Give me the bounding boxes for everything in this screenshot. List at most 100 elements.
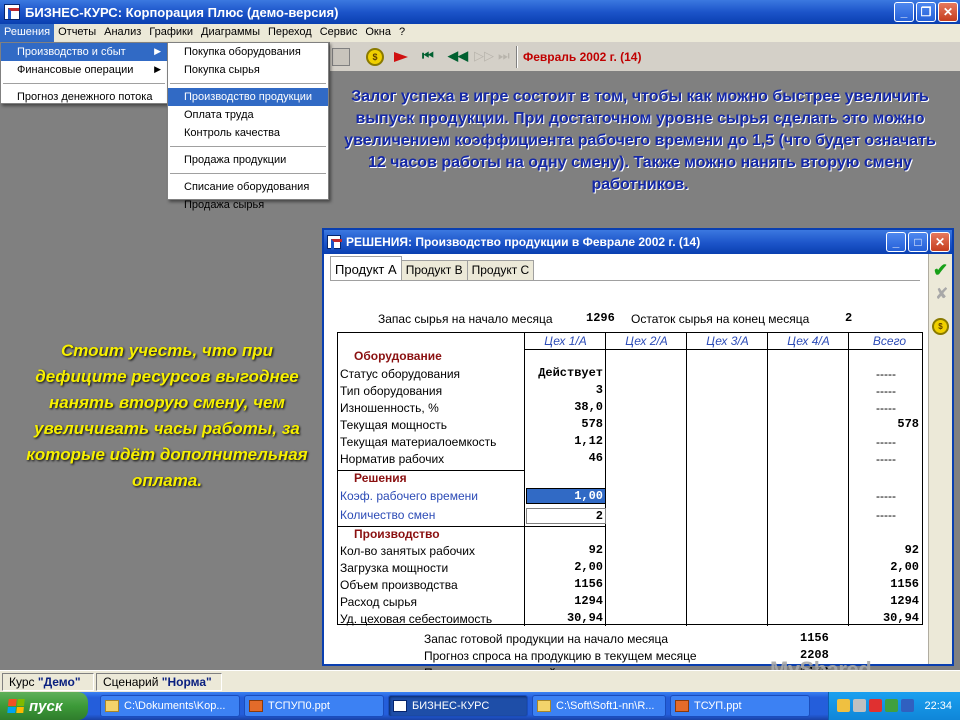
tray-antivirus-icon[interactable]	[869, 699, 882, 712]
section-equipment: Оборудование	[354, 349, 442, 363]
row-label: Объем производства	[340, 578, 458, 592]
menu-windows[interactable]: Окна	[361, 24, 395, 42]
menu-item-quality-control[interactable]: Контроль качества	[168, 124, 328, 142]
work-time-coef-label: Коэф. рабочего времени	[340, 489, 478, 503]
restore-button[interactable]: ❐	[916, 2, 936, 22]
folder-icon	[105, 700, 119, 712]
powerpoint-icon	[249, 700, 263, 712]
tab-product-a[interactable]: Продукт A	[330, 256, 402, 280]
last-period-icon[interactable]: ⏭	[498, 48, 516, 66]
task-business-course[interactable]: БИЗНЕС-КУРС	[388, 695, 528, 717]
coin-icon[interactable]: $	[932, 318, 949, 335]
menu-item-financial-operations[interactable]: Финансовые операции ▶	[1, 61, 167, 79]
next-period-icon[interactable]: ▷▷	[474, 48, 494, 66]
tray-pen-icon[interactable]	[837, 699, 850, 712]
cell-value: 1294	[574, 594, 603, 608]
menu-item-buy-raw-materials[interactable]: Покупка сырья	[168, 61, 328, 79]
row-label: Кол-во занятых рабочих	[340, 544, 475, 558]
menu-separator	[170, 146, 326, 147]
decisions-menu: Производство и сбыт ▶ Финансовые операции…	[0, 42, 168, 104]
tray-language-icon[interactable]	[901, 699, 914, 712]
task-folder-soft[interactable]: C:\Soft\Soft1-nn\R...	[532, 695, 666, 717]
menu-item-production[interactable]: Производство продукции	[168, 88, 328, 106]
cell-total: -----	[876, 452, 896, 466]
column-header-shop1: Цех 1/A	[544, 334, 587, 348]
current-period-label: Февраль 2002 г. (14)	[523, 50, 642, 64]
tray-clip-icon[interactable]	[853, 699, 866, 712]
column-header-shop4: Цех 4/A	[787, 334, 830, 348]
task-ppt-tsup[interactable]: ТСУП.ppt	[670, 695, 810, 717]
table-col-divider	[767, 333, 768, 626]
first-period-icon[interactable]: ⏮	[422, 48, 440, 66]
menu-item-buy-equipment[interactable]: Покупка оборудования	[168, 43, 328, 61]
task-ppt-tspup0[interactable]: ТСПУП0.ppt	[244, 695, 384, 717]
menu-charts[interactable]: Графики	[145, 24, 197, 42]
cell-value: 2,00	[574, 560, 603, 574]
cell-value: Действует	[538, 366, 603, 380]
dialog-titlebar[interactable]: РЕШЕНИЯ: Производство продукции в Феврал…	[324, 230, 952, 254]
cell-total: -----	[876, 384, 896, 398]
cell-total: 2,00	[890, 560, 919, 574]
cell-value: 1156	[574, 577, 603, 591]
dialog-maximize-button[interactable]: □	[908, 232, 928, 252]
menu-item-sales[interactable]: Продажа продукции	[168, 151, 328, 169]
toolbar-separator	[516, 46, 518, 68]
section-production: Производство	[354, 527, 440, 541]
cell-total: -----	[876, 367, 896, 381]
menu-separator	[3, 83, 165, 84]
system-tray: 22:34	[828, 692, 960, 720]
close-button[interactable]: ✕	[938, 2, 958, 22]
cancel-x-icon[interactable]: ✘	[935, 284, 948, 304]
next-step-arrow-icon[interactable]	[394, 52, 408, 62]
menu-service[interactable]: Сервис	[316, 24, 362, 42]
toolbar-print-icon[interactable]	[332, 48, 350, 66]
menu-item-sell-raw-materials[interactable]: Продажа сырья	[168, 196, 328, 214]
minimize-button[interactable]: _	[894, 2, 914, 22]
menu-separator	[170, 83, 326, 84]
menu-item-write-off-equipment[interactable]: Списание оборудования	[168, 178, 328, 196]
start-button[interactable]: пуск	[0, 692, 88, 720]
submenu-arrow-icon: ▶	[154, 64, 161, 74]
tab-product-b[interactable]: Продукт B	[400, 260, 468, 280]
scenario-status: Сценарий "Норма"	[96, 673, 222, 691]
table-row-divider	[525, 526, 606, 527]
row-label: Текущая материалоемкость	[340, 435, 497, 449]
production-dialog: РЕШЕНИЯ: Производство продукции в Феврал…	[322, 228, 954, 680]
work-time-coef-input[interactable]: 1,00	[526, 488, 606, 504]
stock-end-label: Остаток сырья на конец месяца	[631, 312, 810, 326]
menu-reports[interactable]: Отчеты	[54, 24, 100, 42]
table-col-divider	[605, 333, 606, 626]
ok-check-icon[interactable]: ✔	[933, 260, 948, 281]
row-label: Расход сырья	[340, 595, 417, 609]
cell-value: 578	[581, 417, 603, 431]
menu-diagrams[interactable]: Диаграммы	[197, 24, 264, 42]
section-decisions: Решения	[354, 471, 407, 485]
menu-navigate[interactable]: Переход	[264, 24, 316, 42]
cell-total: -----	[876, 508, 896, 522]
status-bar: Курс "Демо" Сценарий "Норма"	[0, 670, 960, 692]
menu-item-production-and-sales[interactable]: Производство и сбыт ▶	[1, 43, 167, 61]
cell-total: 578	[897, 417, 919, 431]
menu-help[interactable]: ?	[395, 24, 409, 42]
column-header-shop2: Цех 2/A	[625, 334, 668, 348]
cell-total: 1294	[890, 594, 919, 608]
stock-start-label: Запас сырья на начало месяца	[378, 312, 553, 326]
cell-value: 46	[588, 451, 603, 465]
dialog-minimize-button[interactable]: _	[886, 232, 906, 252]
row-label: Уд. цеховая себестоимость	[340, 612, 493, 626]
menu-item-cash-flow-forecast[interactable]: Прогноз денежного потока	[1, 88, 167, 106]
cell-total: -----	[876, 435, 896, 449]
tray-network-icon[interactable]	[885, 699, 898, 712]
menu-decisions[interactable]: Решения	[0, 24, 55, 42]
coin-icon[interactable]: $	[366, 48, 384, 66]
dialog-close-button[interactable]: ✕	[930, 232, 950, 252]
previous-period-icon[interactable]: ◀◀	[448, 48, 468, 66]
tab-divider	[330, 280, 920, 281]
task-folder-documents[interactable]: C:\Dokuments\Kop...	[100, 695, 240, 717]
menu-analysis[interactable]: Анализ	[100, 24, 145, 42]
tab-product-c[interactable]: Продукт C	[466, 260, 535, 280]
shift-count-input[interactable]: 2	[526, 508, 606, 524]
menu-item-wages[interactable]: Оплата труда	[168, 106, 328, 124]
finished-stock-start-label: Запас готовой продукции на начало месяца	[424, 632, 669, 646]
row-label: Загрузка мощности	[340, 561, 449, 575]
